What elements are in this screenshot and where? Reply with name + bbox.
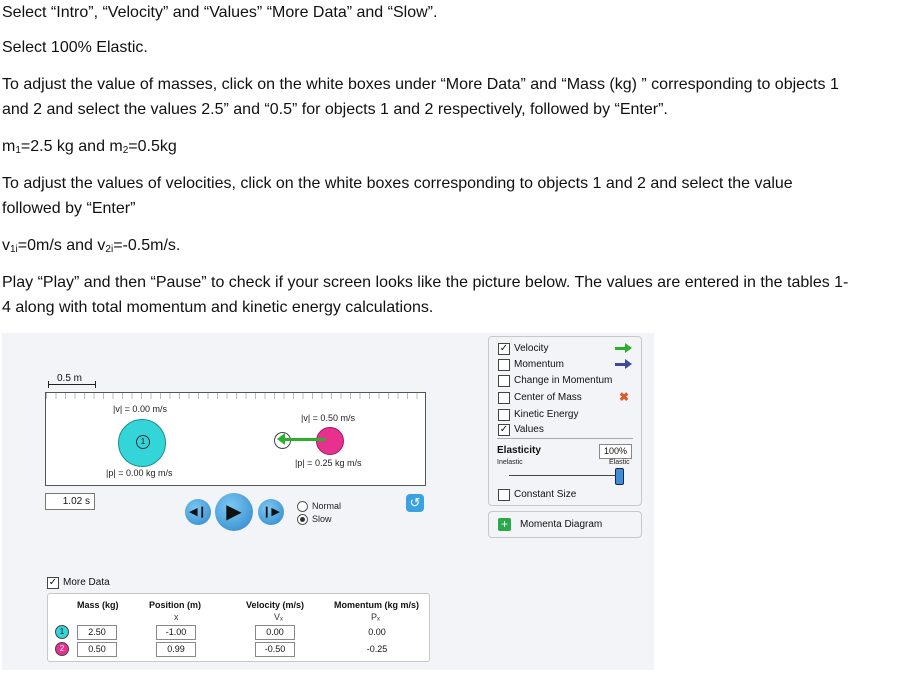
ball2-velocity-label: |v| = 0.50 m/s [301, 413, 355, 423]
position-1-input[interactable]: -1.00 [156, 625, 196, 640]
change-in-momentum-checkbox[interactable] [498, 375, 510, 387]
instruction-select-intro: Select “Intro”, “Velocity” and “Values” … [2, 4, 438, 21]
time-display: 1.02 s [45, 493, 95, 510]
header-mass: Mass (kg) [77, 600, 119, 610]
elasticity-slider-thumb[interactable] [615, 468, 624, 485]
more-data-checkbox[interactable]: ✓ [47, 577, 59, 589]
subheader-position: x [174, 612, 179, 622]
elasticity-slider-track[interactable] [509, 475, 621, 476]
momentum-label: Momentum [514, 359, 565, 370]
momentum-1-value: 0.00 [368, 627, 386, 637]
velocity-checkbox[interactable]: ✓ [498, 343, 510, 355]
velocity-subscript-1: 1i [10, 244, 18, 255]
more-data-label: More Data [63, 577, 110, 588]
instruction-masses-line1: To adjust the value of masses, click on … [2, 76, 839, 93]
position-2-input[interactable]: 0.99 [156, 642, 196, 657]
subheader-momentum: Pₓ [371, 612, 380, 622]
ball2-momentum-label: |p| = 0.25 kg m/s [295, 458, 362, 468]
center-of-mass-checkbox[interactable] [498, 392, 510, 404]
instruction-velocities-line2: followed by “Enter” [2, 200, 136, 217]
values-label: Values [514, 424, 544, 435]
velocity-arrowhead-icon [625, 343, 632, 353]
momentum-checkbox[interactable] [498, 359, 510, 371]
elastic-label: Elastic [609, 459, 630, 466]
header-position: Position (m) [149, 600, 201, 610]
ball-1[interactable]: 1 [118, 419, 166, 467]
panel-divider [497, 438, 633, 439]
subheader-velocity: Vₓ [274, 612, 283, 622]
instruction-play-line1: Play “Play” and then “Pause” to check if… [2, 274, 849, 291]
header-velocity: Velocity (m/s) [246, 600, 305, 610]
mass-text-mid: =2.5 kg and m [20, 138, 123, 155]
ball-2[interactable] [316, 427, 344, 455]
velocity-text-mid: =0m/s and v [17, 237, 106, 254]
object-1-badge: 1 [55, 625, 69, 639]
slow-speed-label: Slow [312, 514, 332, 524]
scale-label: 0.5 m [57, 373, 83, 384]
constant-size-checkbox[interactable] [498, 489, 510, 501]
mass-text-end: =0.5kg [128, 138, 177, 155]
instruction-velocities-line1: To adjust the values of velocities, clic… [2, 175, 793, 192]
velocity-1-input[interactable]: 0.00 [255, 625, 295, 640]
play-area[interactable]: |v| = 0.00 m/s 1 |p| = 0.00 kg m/s |v| =… [45, 392, 426, 486]
velocity-text-end: =-0.5m/s. [113, 237, 181, 254]
collision-lab-screenshot: 0.5 m |v| = 0.00 m/s 1 |p| = 0.00 kg m/s… [2, 333, 654, 670]
reset-button[interactable]: ↺ [406, 494, 424, 512]
inelastic-label: Inelastic [497, 459, 523, 466]
momentum-2-value: -0.25 [366, 644, 388, 654]
step-back-button[interactable]: ◀❙ [185, 499, 211, 525]
expand-plus-icon[interactable]: + [498, 518, 511, 531]
mass-2-input[interactable]: 0.50 [77, 642, 117, 657]
mass-symbol-1: m [2, 138, 16, 155]
instruction-masses-line2: and 2 and select the values 2.5” and “0.… [2, 101, 668, 118]
velocity-arrow[interactable] [277, 433, 326, 445]
constant-size-label: Constant Size [514, 489, 577, 500]
elasticity-label: Elasticity [497, 445, 541, 456]
velocity-label: Velocity [514, 343, 549, 354]
normal-speed-label: Normal [312, 501, 342, 511]
mass-values: m1=2.5 kg and m2=0.5kg [2, 134, 177, 163]
ball-1-number: 1 [136, 435, 150, 449]
scale-bar [48, 381, 96, 388]
elasticity-value[interactable]: 100% [599, 444, 632, 459]
center-of-mass-label: Center of Mass [514, 392, 582, 403]
instruction-elastic: Select 100% Elastic. [2, 39, 148, 56]
momentum-arrowhead-icon [625, 359, 632, 369]
velocity-values: v1i=0m/s and v2i=-0.5m/s. [2, 233, 180, 262]
change-in-momentum-label: Change in Momentum [514, 375, 613, 386]
kinetic-energy-checkbox[interactable] [498, 409, 510, 421]
data-table: Mass (kg) Position (m) Velocity (m/s) Mo… [47, 593, 430, 662]
object-2-badge: 2 [55, 642, 69, 656]
header-momentum: Momentum (kg m/s) [334, 600, 420, 610]
center-of-mass-x-icon: ✖ [619, 390, 630, 404]
velocity-2-input[interactable]: -0.50 [255, 642, 295, 657]
mass-1-input[interactable]: 2.50 [77, 625, 117, 640]
values-checkbox[interactable]: ✓ [498, 424, 510, 436]
normal-speed-radio[interactable] [297, 501, 308, 512]
kinetic-energy-label: Kinetic Energy [514, 409, 579, 420]
instruction-play-line2: 4 along with total momentum and kinetic … [2, 299, 434, 316]
slow-speed-radio[interactable] [297, 514, 308, 525]
ball1-momentum-label: |p| = 0.00 kg m/s [106, 468, 173, 478]
ball1-velocity-label: |v| = 0.00 m/s [113, 404, 167, 414]
velocity-symbol-1: v [2, 237, 10, 254]
step-forward-button[interactable]: ❙▶ [258, 499, 284, 525]
options-panel: ✓ Velocity Momentum Change in Momentum C… [488, 336, 642, 506]
momenta-diagram-label: Momenta Diagram [520, 519, 603, 530]
ruler-ticks [46, 393, 425, 399]
momenta-diagram-accordion[interactable]: + Momenta Diagram [488, 511, 642, 538]
play-button[interactable]: ▶ [215, 493, 253, 531]
